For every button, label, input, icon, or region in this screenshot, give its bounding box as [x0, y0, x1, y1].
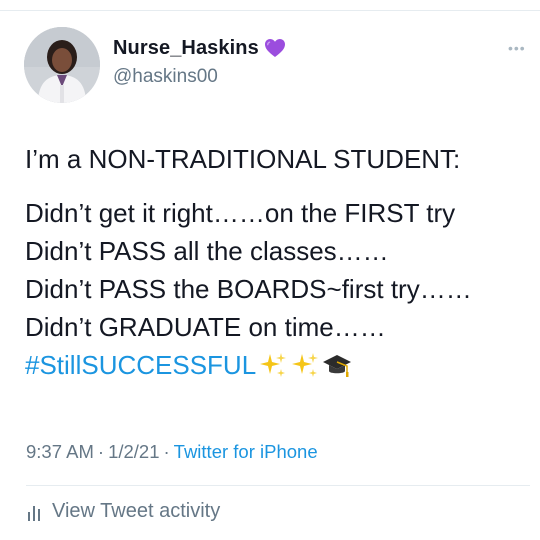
avatar-image [24, 27, 100, 103]
tweet-line-1: Didn’t get it right……on the FIRST try [25, 198, 456, 228]
tweet-time[interactable]: 9:37 AM [26, 441, 94, 462]
meta-separator: · [97, 441, 105, 462]
hashtag-link[interactable]: #StillSUCCESSFUL [25, 346, 256, 384]
tweet-line-2: Didn’t PASS all the classes…… [25, 236, 389, 266]
tweet-text: I’m a NON-TRADITIONAL STUDENT: Didn’t ge… [25, 140, 530, 384]
tweet-date[interactable]: 1/2/21 [108, 441, 159, 462]
top-divider [0, 10, 540, 11]
display-name[interactable]: Nurse_Haskins [113, 37, 259, 60]
tweet-intro: I’m a NON-TRADITIONAL STUDENT: [25, 144, 461, 174]
avatar[interactable] [24, 27, 100, 103]
sparkles-icon [258, 350, 288, 380]
tweet-meta: 9:37 AM · 1/2/21 · Twitter for iPhone [26, 441, 318, 463]
graduation-cap-icon [322, 350, 352, 380]
meta-separator: · [163, 441, 170, 462]
sparkles-icon [290, 350, 320, 380]
tweet-source-link[interactable]: Twitter for iPhone [174, 441, 318, 462]
user-handle[interactable]: @haskins00 [113, 66, 218, 88]
bar-chart-icon [27, 503, 43, 521]
view-tweet-activity-label: View Tweet activity [52, 500, 221, 522]
activity-divider [26, 485, 530, 486]
more-options-icon[interactable]: ••• [508, 40, 526, 56]
tweet-line-3: Didn’t PASS the BOARDS~first try…… [25, 274, 472, 304]
display-name-row: Nurse_Haskins [113, 36, 287, 60]
hashtag-line: #StillSUCCESSFUL [25, 346, 530, 384]
view-tweet-activity-button[interactable]: View Tweet activity [27, 500, 220, 523]
tweet-line-4: Didn’t GRADUATE on time…… [25, 312, 386, 342]
purple-heart-icon [263, 36, 287, 60]
